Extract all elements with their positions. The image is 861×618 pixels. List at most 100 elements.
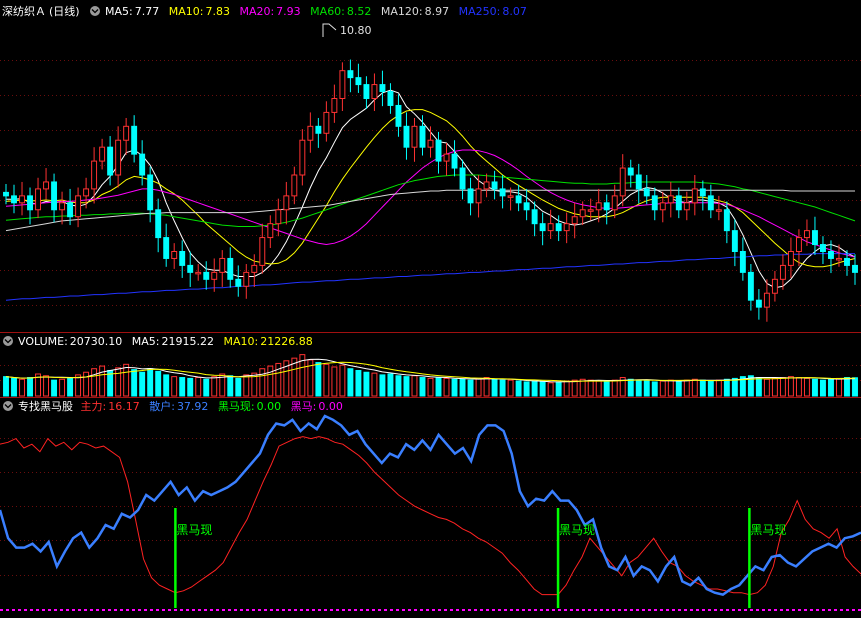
candle-up (123, 125, 130, 141)
volume-bar (820, 379, 826, 397)
volume-bar (755, 377, 762, 397)
candle-down (435, 139, 442, 162)
candle-up (307, 125, 314, 141)
volume-bar (611, 379, 618, 397)
volume-bar (331, 366, 338, 397)
candle-up (691, 188, 698, 204)
candle-down (131, 125, 138, 155)
candle-down (811, 230, 818, 246)
candle-up (323, 111, 330, 134)
volume-bar (547, 382, 554, 397)
candle-down (163, 237, 170, 259)
candle-up (331, 98, 338, 113)
candle-down (747, 271, 754, 301)
candle-up (43, 181, 50, 190)
candle-down (515, 195, 522, 204)
volume-bar (587, 379, 594, 397)
volume-bar (379, 374, 386, 397)
candle-down (139, 153, 146, 176)
candle-down (555, 223, 562, 232)
dark-horse-signal-label: 黑马现 (176, 523, 212, 537)
candle-up (771, 278, 778, 294)
volume-bar (155, 370, 162, 397)
candle-down (731, 230, 738, 253)
candle-up (779, 264, 786, 280)
volume-bar (139, 371, 146, 397)
candle-up (91, 160, 98, 190)
volume-bar (643, 380, 650, 397)
volume-bar (171, 376, 178, 397)
dark-horse-appear-value: 0.00 (257, 400, 282, 413)
candle-up (427, 139, 434, 148)
volume-bar (707, 380, 714, 397)
volume-bar (347, 368, 354, 397)
volume-bar (795, 377, 802, 397)
volume-bar (803, 377, 810, 397)
candle-down (852, 264, 858, 273)
volume-bar (323, 363, 330, 397)
volume-bar (555, 381, 562, 397)
volume-bar (563, 380, 570, 397)
volume-bar (227, 375, 234, 397)
volume-bar (459, 378, 466, 397)
candle-up (547, 223, 554, 232)
price-panel-toggle-icon[interactable] (90, 6, 100, 16)
volume-bar (419, 377, 426, 397)
candle-down (499, 188, 506, 197)
volume-bar (443, 377, 450, 397)
volume-bar (339, 364, 346, 397)
candle-down (355, 77, 362, 86)
volume-bar (99, 365, 106, 397)
candle-down (531, 209, 538, 225)
candle-down (699, 188, 706, 197)
indicator-panel-toggle-icon[interactable] (3, 401, 13, 411)
volume-bar (27, 377, 33, 397)
candle-up (483, 181, 490, 190)
candle-up (75, 195, 82, 218)
candle-up (251, 264, 258, 273)
candle-down (3, 191, 9, 197)
candle-up (667, 195, 674, 204)
candle-down (828, 251, 834, 259)
candle-down (491, 181, 498, 190)
volume-bar (411, 375, 418, 397)
candle-down (643, 188, 650, 197)
volume-bar (635, 379, 642, 397)
volume-panel-toggle-icon[interactable] (3, 336, 13, 346)
candle-down (603, 202, 610, 211)
volume-bar (523, 381, 530, 397)
volume-bar (363, 371, 370, 397)
candle-down (235, 278, 242, 287)
candle-down (27, 195, 33, 211)
candle-down (451, 153, 458, 169)
volume-indicator-row: VOLUME: 20730.10 MA5: 21915.22 MA10: 21226.… (18, 335, 313, 348)
ma60-label: MA60: (310, 5, 345, 18)
candle-down (755, 299, 762, 308)
candle-up (611, 195, 618, 211)
volume-bar (163, 374, 170, 397)
candle-down (675, 195, 682, 211)
ma5-label: MA5: (105, 5, 133, 18)
indicator-name: 专找黑马股 (18, 399, 73, 413)
volume-bar (715, 379, 722, 397)
main-force-value: 16.17 (108, 400, 140, 413)
volume-bar (691, 378, 698, 397)
volume-bar (483, 377, 490, 397)
candle-down (739, 251, 746, 273)
candle-up (291, 174, 298, 197)
volume-ma5-value: 21915.22 (162, 335, 215, 348)
volume-bar (675, 380, 682, 397)
volume-bar (844, 377, 850, 397)
candle-down (403, 125, 410, 148)
candle-up (795, 237, 802, 253)
stock-title: 深纺织Ａ (日线) (2, 4, 80, 18)
volume-bar (355, 369, 362, 397)
candle-down (155, 209, 162, 239)
ma250-label: MA250: (459, 5, 501, 18)
volume-bar (91, 368, 98, 397)
volume-bar (667, 379, 674, 397)
candle-up (283, 195, 290, 211)
volume-bar (11, 377, 17, 397)
candle-up (259, 237, 266, 266)
candle-up (836, 257, 842, 261)
